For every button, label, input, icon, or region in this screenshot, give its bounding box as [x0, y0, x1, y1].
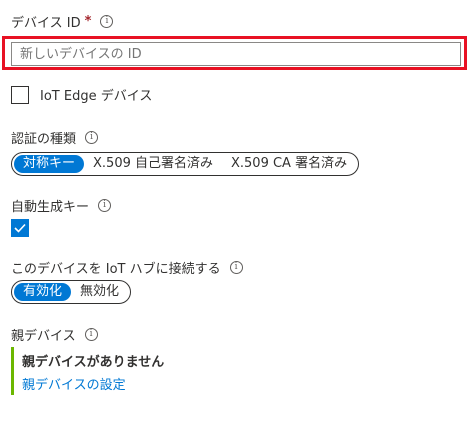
auth-type-toggle: 対称キー X.509 自己署名済み X.509 CA 署名済み	[11, 152, 360, 176]
no-parent-text: 親デバイスがありません	[22, 355, 165, 370]
iot-edge-label: IoT Edge デバイス	[40, 89, 153, 104]
auto-generate-checkbox[interactable]	[11, 219, 29, 237]
required-mark: *	[84, 14, 92, 29]
connect-hub-label-text: このデバイスを IoT ハブに接続する	[11, 262, 221, 277]
parent-device-label: 親デバイス i	[11, 325, 98, 344]
parent-device-box: 親デバイスがありません 親デバイスの設定	[11, 347, 164, 395]
info-icon[interactable]: i	[85, 131, 99, 144]
auth-option-symmetric[interactable]: 対称キー	[14, 155, 85, 173]
connect-option-disable[interactable]: 無効化	[71, 283, 128, 301]
parent-device-label-text: 親デバイス	[11, 329, 76, 344]
connect-option-enable[interactable]: 有効化	[14, 283, 72, 301]
auto-generate-label: 自動生成キー i	[11, 196, 112, 215]
info-icon[interactable]: i	[229, 261, 243, 274]
info-icon[interactable]: i	[84, 328, 98, 341]
auth-type-label: 認証の種類 i	[11, 128, 99, 147]
iot-edge-checkbox-row[interactable]: IoT Edge デバイス	[11, 85, 152, 104]
auth-option-x509-self-signed[interactable]: X.509 自己署名済み	[84, 155, 222, 173]
auth-type-label-text: 認証の種類	[11, 132, 77, 147]
info-icon[interactable]: i	[100, 15, 114, 28]
device-id-label-text: デバイス ID	[11, 16, 81, 31]
info-icon[interactable]: i	[98, 199, 112, 212]
connect-hub-toggle: 有効化 無効化	[11, 280, 132, 304]
auth-option-x509-ca-signed[interactable]: X.509 CA 署名済み	[222, 155, 356, 173]
set-parent-link[interactable]: 親デバイスの設定	[22, 374, 164, 393]
auto-generate-label-text: 自動生成キー	[11, 200, 90, 215]
device-id-label: デバイス ID * i	[11, 12, 114, 31]
checkmark-icon	[14, 223, 26, 233]
iot-edge-checkbox[interactable]	[11, 85, 29, 104]
device-id-input[interactable]	[11, 42, 461, 66]
connect-hub-label: このデバイスを IoT ハブに接続する i	[11, 258, 243, 277]
